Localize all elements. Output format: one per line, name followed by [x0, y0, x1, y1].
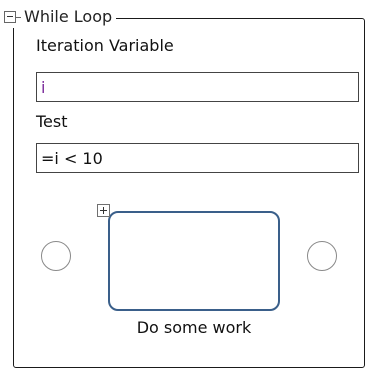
test-label: Test — [36, 112, 68, 131]
designer-canvas: While Loop Iteration Variable Test Do so… — [0, 0, 371, 376]
iteration-variable-label: Iteration Variable — [36, 36, 174, 55]
expand-icon[interactable] — [97, 204, 110, 217]
collapse-icon[interactable] — [4, 11, 16, 23]
header-connector — [16, 16, 21, 18]
while-loop-title: While Loop — [24, 7, 113, 26]
do-some-work-activity[interactable] — [108, 211, 280, 311]
left-connection-port[interactable] — [41, 241, 71, 271]
while-loop-header: While Loop — [4, 6, 117, 28]
test-input[interactable] — [36, 143, 359, 173]
activity-label: Do some work — [136, 318, 252, 337]
iteration-variable-input[interactable] — [36, 72, 359, 102]
right-connection-port[interactable] — [307, 241, 337, 271]
while-loop-container — [13, 18, 365, 368]
